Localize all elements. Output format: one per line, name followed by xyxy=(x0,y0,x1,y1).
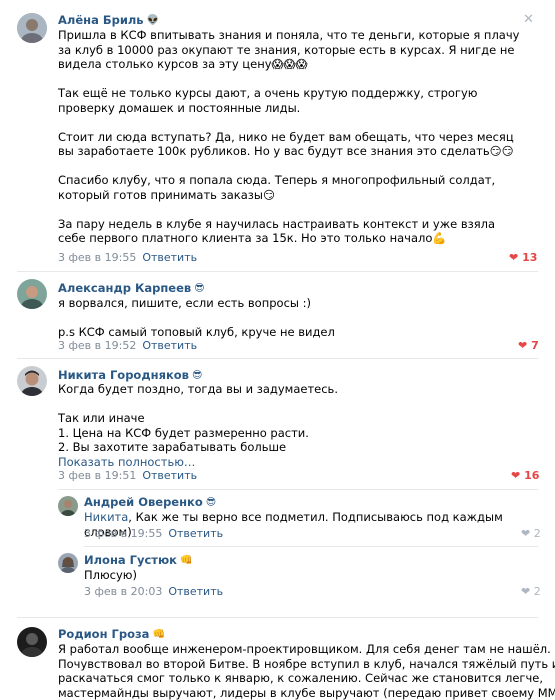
divider xyxy=(58,489,538,490)
like-count: 2 xyxy=(533,527,541,540)
reply-text: Плюсую) xyxy=(84,568,137,582)
divider xyxy=(17,271,538,272)
comment-line: Так или иначе xyxy=(58,411,145,425)
comment-line: 1. Цена на КСФ будет размеренно расти. xyxy=(58,425,309,440)
avatar[interactable] xyxy=(17,366,47,396)
comment-meta: 3 фев в 19:51 Ответить xyxy=(58,469,197,482)
comment-paragraph: Пришла в КСФ впитывать знания и поняла, … xyxy=(58,28,520,71)
comment-paragraph: За пару недель в клубе я научилась настр… xyxy=(58,216,496,246)
comment-paragraph: p.s КСФ самый топовый клуб, круче не вид… xyxy=(58,325,335,339)
comment-meta: 3 фев в 20:03 Ответить xyxy=(84,585,223,598)
heart-icon: ❤ xyxy=(521,585,531,598)
comment-author[interactable]: Александр Карпеев 😎 xyxy=(58,281,205,295)
heart-icon: ❤ xyxy=(511,469,521,482)
divider xyxy=(17,358,538,359)
like-button[interactable]: ❤ 7 xyxy=(518,339,539,352)
comment-paragraph: Спасибо клубу, что я попала сюда. Теперь… xyxy=(58,173,496,202)
like-button[interactable]: ❤ 2 xyxy=(521,585,541,598)
comments-feed: Алёна Бриль 👽 ✕ Пришла в КСФ впитывать зн… xyxy=(0,0,555,700)
comment-date[interactable]: 3 фев в 20:03 xyxy=(84,585,162,598)
like-button[interactable]: ❤ 2 xyxy=(521,527,541,540)
reply-button[interactable]: Ответить xyxy=(168,527,223,540)
comment-date[interactable]: 3 фев в 19:55 xyxy=(58,251,136,264)
avatar[interactable] xyxy=(17,627,47,657)
reply-button[interactable]: Ответить xyxy=(142,251,197,264)
comment-text: Плюсую) xyxy=(84,568,524,583)
heart-icon: ❤ xyxy=(518,339,528,352)
comment-meta: 3 фев в 19:55 Ответить xyxy=(58,251,197,264)
reply-button[interactable]: Ответить xyxy=(168,585,223,598)
like-count: 13 xyxy=(522,251,538,264)
avatar[interactable] xyxy=(17,13,47,43)
author-name[interactable]: Никита Городняков xyxy=(58,368,189,382)
comment-paragraph: Так ещё не только курсы дают, а очень кр… xyxy=(58,86,478,115)
divider xyxy=(17,617,538,618)
author-name[interactable]: Илона Густюк xyxy=(84,553,177,567)
divider xyxy=(84,546,538,547)
avatar[interactable] xyxy=(58,553,78,573)
comment-paragraph: Когда будет поздно, тогда вы и задумаете… xyxy=(58,382,338,396)
sunglasses-emoji-icon: 😎 xyxy=(194,283,205,294)
author-name[interactable]: Родион Гроза xyxy=(58,627,149,641)
like-count: 2 xyxy=(533,585,541,598)
comment-text: Я работал вообще инженером-проектировщик… xyxy=(58,642,555,700)
comment-date[interactable]: 3 фев в 19:55 xyxy=(84,527,162,540)
comment-line: Я работал вообще инженером-проектировщик… xyxy=(58,642,551,656)
fist-emoji-icon: 👊 xyxy=(152,629,165,640)
mention-link[interactable]: Никита xyxy=(84,510,128,524)
fist-emoji-icon: 👊 xyxy=(179,555,193,566)
comment-line: мастермайнды выручают, лидеры в клубе вы… xyxy=(58,685,555,700)
reply-button[interactable]: Ответить xyxy=(142,469,197,482)
comment-author[interactable]: Илона Густюк 👊 xyxy=(84,553,192,567)
comment-line: Почувствовал во второй Битве. В ноябре в… xyxy=(58,656,555,671)
avatar-photo xyxy=(17,366,47,396)
comment-date[interactable]: 3 фев в 19:51 xyxy=(58,469,136,482)
sunglasses-emoji-icon: 😎 xyxy=(205,497,217,508)
avatar-photo xyxy=(17,279,47,309)
sunglasses-emoji-icon: 😎 xyxy=(191,370,203,381)
like-count: 16 xyxy=(524,469,540,482)
comment-date[interactable]: 3 фев в 19:52 xyxy=(58,339,136,352)
comment-meta: 3 фев в 19:52 Ответить xyxy=(58,339,197,352)
comment-author[interactable]: Никита Городняков 😎 xyxy=(58,368,202,382)
comment-author[interactable]: Алёна Бриль 👽 xyxy=(58,13,159,27)
like-button[interactable]: ❤ 16 xyxy=(511,469,539,482)
avatar[interactable] xyxy=(17,279,47,309)
reply-button[interactable]: Ответить xyxy=(142,339,197,352)
comment-line: раскачаться смог только к январю, к сожа… xyxy=(58,671,543,685)
alien-emoji-icon: 👽 xyxy=(146,15,160,26)
heart-icon: ❤ xyxy=(521,527,531,540)
comment-text: Пришла в КСФ впитывать знания и поняла, … xyxy=(58,28,523,246)
avatar-photo xyxy=(17,627,47,657)
author-name[interactable]: Андрей Оверенко xyxy=(84,495,203,509)
avatar-photo xyxy=(58,496,78,516)
avatar[interactable] xyxy=(58,496,78,516)
close-icon[interactable]: ✕ xyxy=(523,12,534,27)
comment-author[interactable]: Андрей Оверенко 😎 xyxy=(84,495,216,509)
comment-paragraph: Стоит ли сюда вступать? Да, нико не буде… xyxy=(58,129,514,159)
avatar-photo xyxy=(17,13,47,43)
avatar-photo xyxy=(58,553,78,573)
author-name[interactable]: Александр Карпеев xyxy=(58,281,191,295)
show-more-link[interactable]: Показать полностью… xyxy=(58,455,523,470)
author-name[interactable]: Алёна Бриль xyxy=(58,13,144,27)
comment-text: Когда будет поздно, тогда вы и задумаете… xyxy=(58,382,523,469)
comment-meta: 3 фев в 19:55 Ответить xyxy=(84,527,223,540)
comment-author[interactable]: Родион Гроза 👊 xyxy=(58,627,165,641)
comment-paragraph: я ворвался, пишите, если есть вопросы :) xyxy=(58,296,311,310)
like-button[interactable]: ❤ 13 xyxy=(509,251,537,264)
comment-text: я ворвался, пишите, если есть вопросы :)… xyxy=(58,296,523,340)
comment-line: 2. Вы захотите зарабатывать больше xyxy=(58,440,287,454)
heart-icon: ❤ xyxy=(509,251,519,264)
like-count: 7 xyxy=(531,339,539,352)
